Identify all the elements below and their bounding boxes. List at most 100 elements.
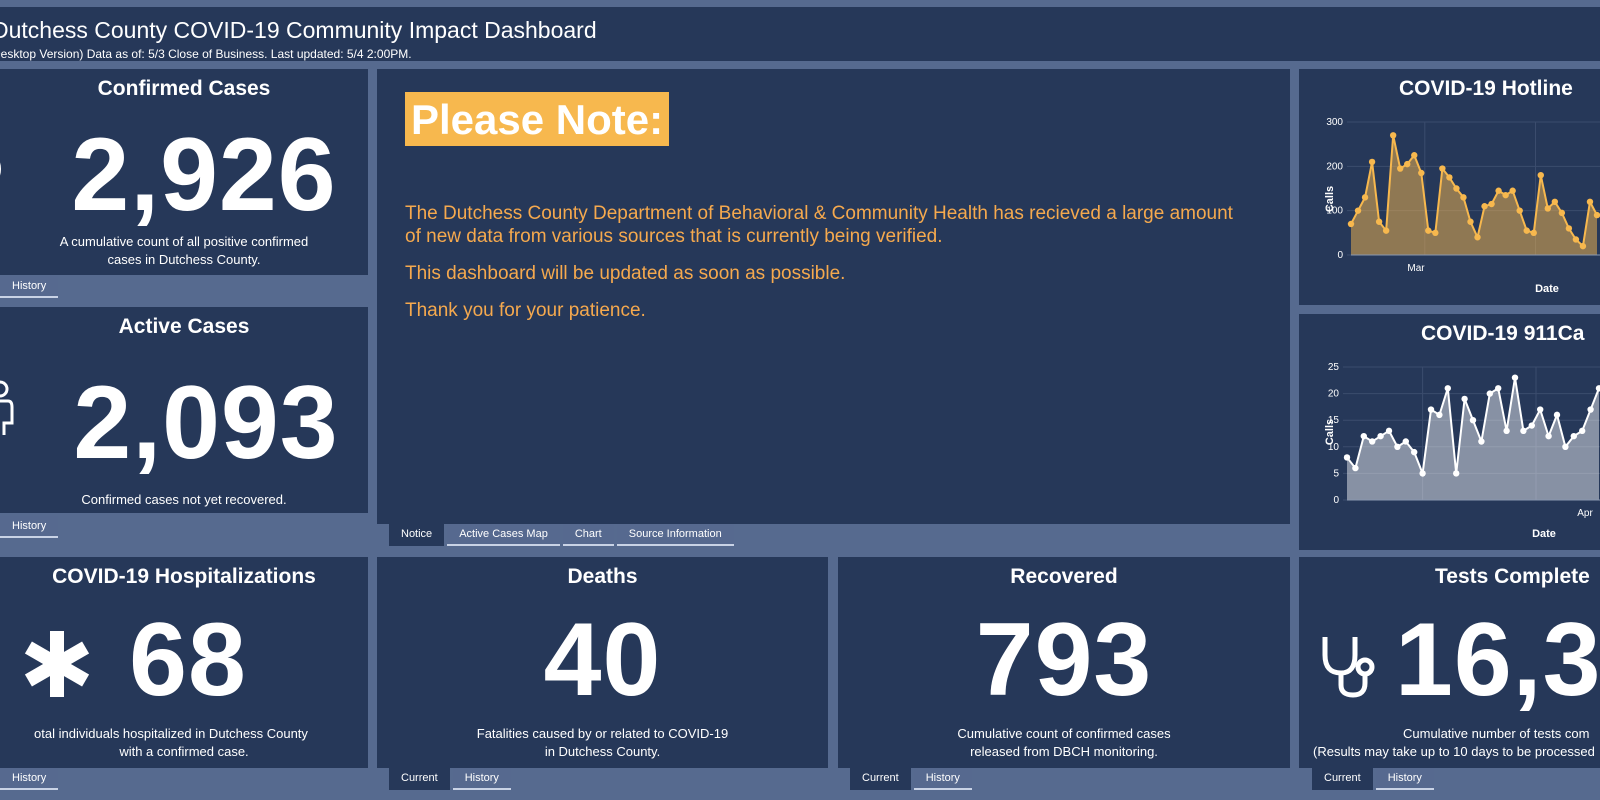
hotline-data-point: [1361, 194, 1369, 201]
calls-911-data-point: [1469, 417, 1477, 424]
calls-911-data-point: [1478, 438, 1485, 445]
hospitalizations-desc-line2: with a confirmed case.: [119, 744, 249, 759]
notice-paragraph-3: Thank you for your patience.: [405, 300, 646, 321]
tests-completed-tabs: Current History: [1312, 768, 1437, 790]
tab-notice[interactable]: Notice: [389, 524, 445, 546]
tab-deaths-current[interactable]: Current: [389, 768, 450, 790]
confirmed-cases-panel: Confirmed Cases 2,926 A cumulative count…: [0, 69, 368, 275]
deaths-title: Deaths: [567, 565, 638, 588]
calls-911-x-tick-apr: Apr: [1577, 508, 1593, 519]
hotline-data-point: [1354, 207, 1362, 214]
tab-tests-history[interactable]: History: [1375, 768, 1434, 790]
calls-911-data-point: [1394, 443, 1401, 450]
hotline-data-point: [1446, 174, 1453, 181]
tab-source-information[interactable]: Source Information: [616, 524, 734, 546]
hotline-x-tick-mar: Mar: [1407, 263, 1425, 274]
calls-911-y-tick: 10: [1328, 442, 1340, 453]
calls-911-data-point: [1453, 470, 1460, 477]
active-cases-panel: Active Cases 2,093 Confirmed cases not y…: [0, 307, 368, 513]
calls-911-data-point: [1545, 432, 1552, 440]
hotline-data-point: [1558, 209, 1566, 217]
hotline-data-point: [1397, 165, 1404, 172]
calls-911-data-point: [1503, 427, 1510, 435]
hotline-data-point: [1425, 227, 1432, 234]
hotline-data-point: [1439, 165, 1446, 172]
calls-911-data-point: [1385, 427, 1393, 435]
confirmed-cases-tabs: History: [0, 276, 61, 298]
virus-icon: [0, 129, 10, 209]
recovered-desc-line2: released from DBCH monitoring.: [970, 744, 1158, 759]
hotline-data-point: [1432, 229, 1439, 237]
tests-completed-title: Tests Complete: [1435, 565, 1590, 588]
hotline-data-point: [1509, 187, 1516, 194]
tab-recovered-current[interactable]: Current: [850, 768, 911, 790]
hotline-y-tick: 200: [1326, 161, 1343, 172]
calls-911-data-point: [1595, 385, 1600, 392]
calls-911-data-point: [1520, 427, 1527, 435]
calls-911-y-tick: 15: [1328, 415, 1340, 426]
calls-911-data-point: [1343, 454, 1351, 461]
deaths-desc-line2: in Dutchess County.: [544, 744, 661, 759]
hotline-data-point: [1474, 234, 1481, 241]
calls-911-y-tick: 25: [1328, 362, 1340, 373]
hotline-data-point: [1389, 132, 1397, 139]
confirmed-cases-desc-line1: A cumulative count of all positive confi…: [59, 234, 309, 249]
hospitalizations-tabs: History: [0, 768, 61, 790]
calls-911-chart-panel: COVID-19 911Ca Calls Date Apr 0 5 10 15 20 25: [1299, 314, 1600, 550]
deaths-value: 40: [543, 602, 662, 718]
hotline-data-point: [1453, 185, 1460, 192]
tab-recovered-history[interactable]: History: [913, 768, 972, 790]
calls-911-data-point: [1579, 427, 1586, 435]
tab-active-cases-map[interactable]: Active Cases Map: [447, 524, 560, 546]
calls-911-data-point: [1360, 432, 1367, 440]
calls-911-data-point: [1528, 422, 1535, 429]
calls-911-data-point: [1402, 438, 1409, 445]
hotline-data-point: [1502, 191, 1509, 199]
tab-hospitalizations-history[interactable]: History: [0, 768, 59, 790]
hotline-data-point: [1544, 205, 1551, 212]
calls-911-x-axis-label: Date: [1532, 528, 1556, 540]
recovered-panel: Recovered 793 Cumulative count of confir…: [838, 557, 1290, 768]
calls-911-data-point: [1495, 385, 1502, 392]
calls-911-data-point: [1537, 406, 1544, 413]
notice-heading: Please Note:: [405, 92, 670, 146]
dashboard-title: Dutchess County COVID-19 Community Impac…: [0, 17, 597, 43]
notice-panel: Please Note: The Dutchess County Departm…: [377, 69, 1290, 524]
hospitalizations-panel: COVID-19 Hospitalizations 68 otal indivi…: [0, 557, 368, 768]
hotline-data-point: [1411, 152, 1418, 159]
notice-tabs: Notice Active Cases Map Chart Source Inform…: [389, 524, 737, 546]
calls-911-data-point: [1553, 411, 1561, 419]
calls-911-chart: Calls Date Apr 0510152025: [1324, 362, 1600, 540]
active-cases-value: 2,093: [73, 365, 339, 481]
calls-911-data-point: [1419, 470, 1426, 477]
tab-deaths-history[interactable]: History: [452, 768, 511, 790]
recovered-tabs: Current History: [850, 768, 975, 790]
deaths-desc-line1: Fatalities caused by or related to COVID…: [476, 726, 729, 741]
hotline-data-point: [1572, 236, 1580, 243]
calls-911-data-point: [1352, 464, 1359, 472]
hotline-chart: Calls Date Mar 0100200300: [1324, 117, 1600, 295]
confirmed-cases-title: Confirmed Cases: [97, 77, 271, 100]
hotline-data-point: [1579, 242, 1587, 250]
hotline-data-point: [1404, 160, 1411, 168]
tests-completed-desc-line1: Cumulative number of tests com: [1403, 726, 1590, 741]
calls-911-data-point: [1444, 385, 1451, 392]
tests-completed-desc-line2: (Results may take up to 10 days to be pr…: [1313, 744, 1595, 759]
calls-911-data-point: [1436, 411, 1443, 419]
hotline-data-point: [1523, 227, 1530, 234]
active-cases-tabs: History: [0, 516, 61, 538]
tab-confirmed-history[interactable]: History: [0, 276, 59, 298]
hotline-data-point: [1418, 169, 1425, 177]
calls-911-data-point: [1570, 432, 1577, 440]
calls-911-y-tick: 5: [1333, 468, 1339, 479]
hospitalizations-title: COVID-19 Hospitalizations: [52, 565, 316, 588]
tests-completed-panel: Tests Complete 16,3 Cumulative number of…: [1299, 557, 1600, 768]
hotline-data-point: [1375, 218, 1383, 225]
hotline-data-point: [1530, 229, 1537, 237]
hospitalizations-desc-line1: otal individuals hospitalized in Dutches…: [34, 726, 308, 741]
active-cases-desc: Confirmed cases not yet recovered.: [81, 492, 287, 507]
tab-tests-current[interactable]: Current: [1312, 768, 1373, 790]
confirmed-cases-value: 2,926: [71, 117, 337, 233]
tab-chart[interactable]: Chart: [562, 524, 614, 546]
tab-active-history[interactable]: History: [0, 516, 59, 538]
